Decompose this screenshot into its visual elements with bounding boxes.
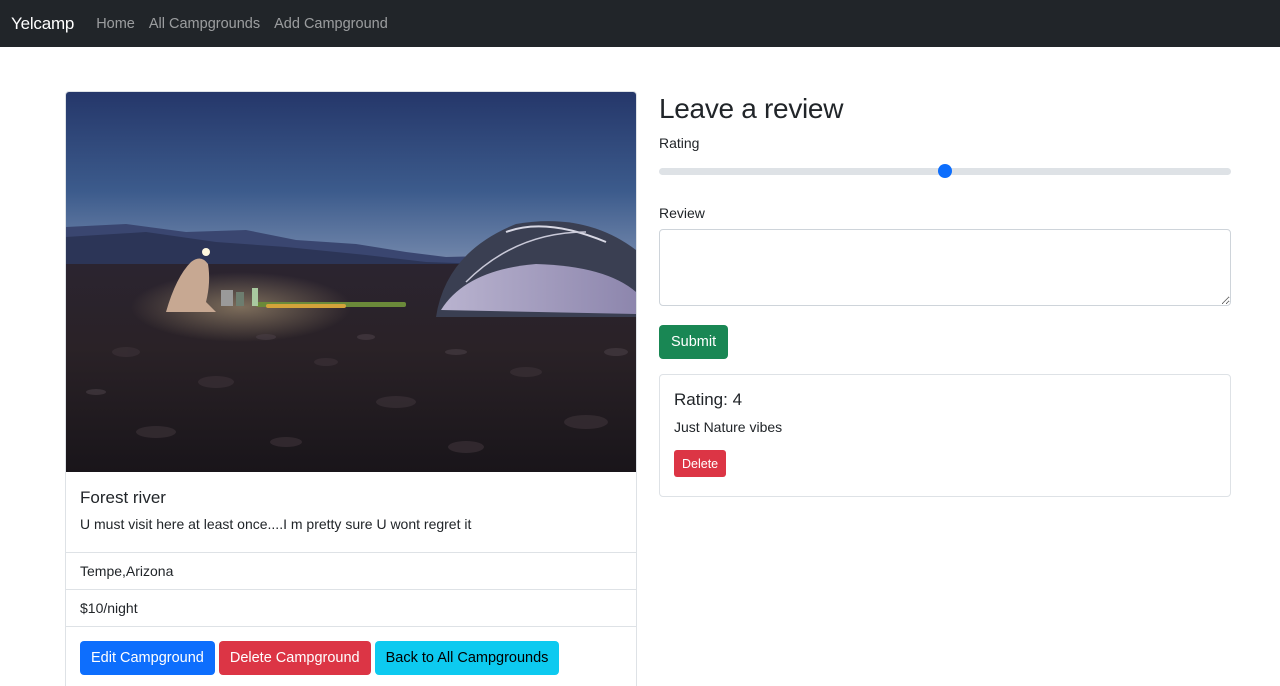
review-card: Rating: 4 Just Nature vibes Delete	[659, 374, 1231, 497]
back-to-campgrounds-button[interactable]: Back to All Campgrounds	[374, 641, 560, 675]
campground-card: Forest river U must visit here at least …	[65, 91, 637, 686]
campground-title: Forest river	[80, 488, 166, 507]
review-rating: Rating: 4	[674, 390, 743, 409]
nav-link-home[interactable]: Home	[96, 16, 135, 32]
nav-link-all-campgrounds[interactable]: All Campgrounds	[149, 16, 260, 32]
review-section: Leave a review Rating Review Submit Rati…	[659, 91, 1231, 497]
review-label: Review	[659, 205, 705, 221]
delete-review-button[interactable]: Delete	[674, 450, 727, 477]
campground-location: Tempe,Arizona	[66, 552, 636, 589]
review-textarea[interactable]	[659, 229, 1231, 306]
edit-campground-button[interactable]: Edit Campground	[80, 641, 215, 675]
delete-campground-button[interactable]: Delete Campground	[218, 641, 371, 675]
brand-link[interactable]: Yelcamp	[11, 14, 74, 34]
nav-link-add-campground[interactable]: Add Campground	[274, 16, 388, 32]
campground-price: $10/night	[66, 589, 636, 626]
rating-slider[interactable]	[659, 163, 1231, 179]
campground-description: U must visit here at least once....I m p…	[80, 516, 472, 532]
rating-slider-thumb[interactable]	[938, 164, 952, 178]
campground-photo	[66, 92, 636, 472]
review-heading: Leave a review	[659, 93, 844, 124]
rating-label: Rating	[659, 135, 700, 151]
card-body: Forest river U must visit here at least …	[66, 472, 636, 552]
navbar: Yelcamp Home All Campgrounds Add Campgro…	[0, 0, 1280, 47]
submit-review-button[interactable]: Submit	[659, 325, 729, 359]
review-text: Just Nature vibes	[674, 419, 783, 435]
campground-actions: Edit Campground Delete Campground Back t…	[66, 626, 636, 686]
